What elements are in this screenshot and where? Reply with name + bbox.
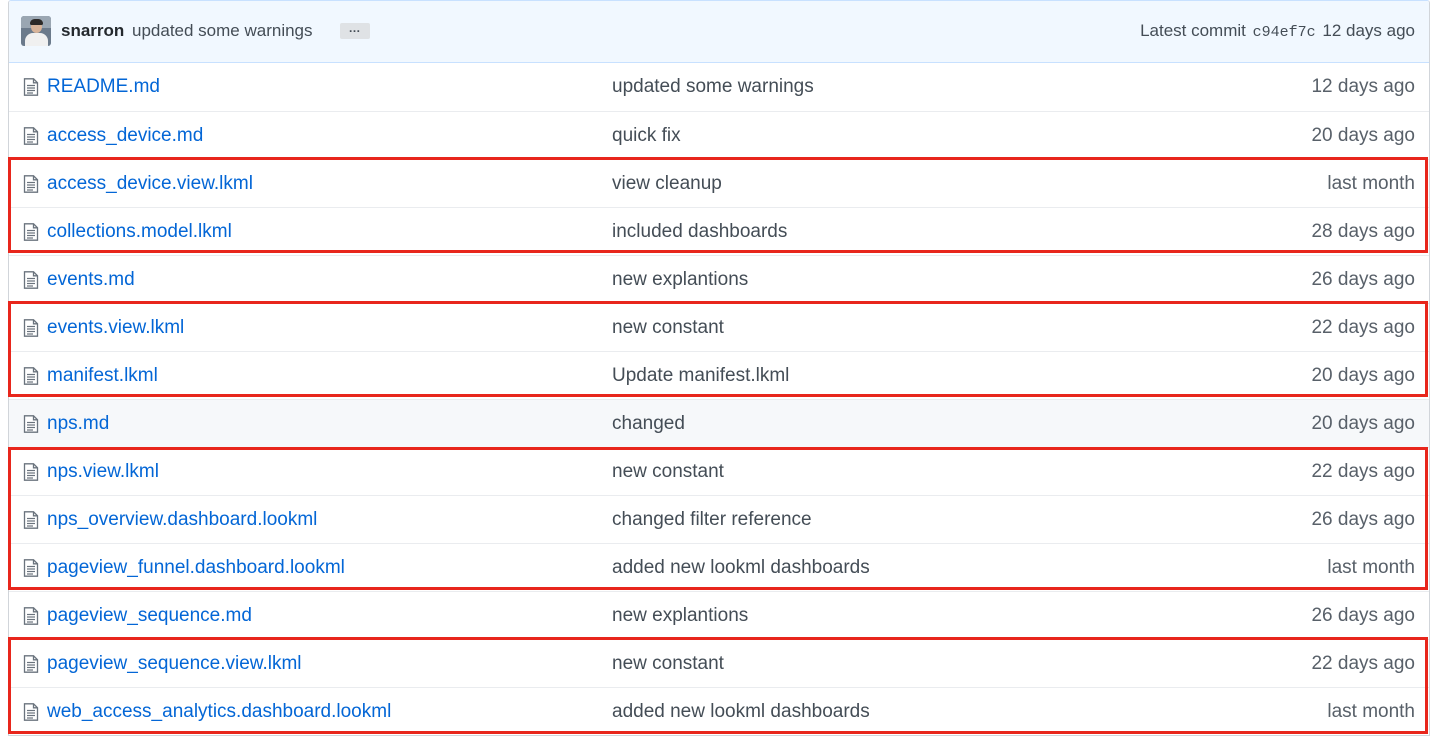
file-name-link[interactable]: collections.model.lkml: [47, 221, 232, 243]
file-commit-message-link[interactable]: updated some warnings: [612, 76, 814, 98]
file-name-link[interactable]: web_access_analytics.dashboard.lookml: [47, 701, 391, 723]
file-row: pageview_funnel.dashboard.lookml added ne…: [9, 543, 1429, 591]
file-name-link[interactable]: events.md: [47, 269, 135, 291]
latest-commit-info: Latest commit c94ef7c 12 days ago: [1140, 21, 1415, 41]
commit-author-link[interactable]: snarron: [61, 21, 124, 41]
file-text-icon: [23, 559, 39, 577]
file-commit-message-link[interactable]: new explantions: [612, 269, 748, 291]
file-row: collections.model.lkml included dashboard…: [9, 207, 1429, 255]
file-row: events.view.lkml new constant 22 days ago: [9, 303, 1429, 351]
file-commit-message-link[interactable]: view cleanup: [612, 173, 722, 195]
file-name-link[interactable]: pageview_sequence.view.lkml: [47, 653, 302, 675]
file-row: web_access_analytics.dashboard.lookml add…: [9, 687, 1429, 735]
file-commit-message-link[interactable]: changed: [612, 413, 685, 435]
file-commit-age: 22 days ago: [1311, 461, 1415, 482]
file-commit-age: 22 days ago: [1311, 317, 1415, 338]
file-commit-age: 26 days ago: [1311, 269, 1415, 290]
file-text-icon: [23, 271, 39, 289]
file-text-icon: [23, 511, 39, 529]
file-text-icon: [23, 607, 39, 625]
file-commit-age: 28 days ago: [1311, 221, 1415, 242]
file-name-link[interactable]: README.md: [47, 76, 160, 98]
file-name-link[interactable]: manifest.lkml: [47, 365, 158, 387]
file-name-link[interactable]: access_device.md: [47, 125, 203, 147]
file-commit-age: last month: [1327, 557, 1415, 578]
file-commit-age: 20 days ago: [1311, 413, 1415, 434]
expand-commit-message-button[interactable]: …: [340, 22, 370, 39]
author-avatar[interactable]: [21, 16, 51, 46]
file-commit-message-link[interactable]: new constant: [612, 317, 724, 339]
file-text-icon: [23, 319, 39, 337]
file-commit-age: 22 days ago: [1311, 653, 1415, 674]
file-commit-age: last month: [1327, 701, 1415, 722]
file-row: README.md updated some warnings 12 days ag…: [9, 63, 1429, 111]
file-text-icon: [23, 223, 39, 241]
commit-sha-link[interactable]: c94ef7c: [1253, 24, 1316, 41]
file-name-link[interactable]: nps.md: [47, 413, 109, 435]
file-commit-age: 12 days ago: [1311, 76, 1415, 97]
file-name-link[interactable]: pageview_sequence.md: [47, 605, 252, 627]
file-commit-message-link[interactable]: new explantions: [612, 605, 748, 627]
file-commit-age: 20 days ago: [1311, 365, 1415, 386]
file-commit-message-link[interactable]: new constant: [612, 653, 724, 675]
file-text-icon: [23, 175, 39, 193]
file-row: pageview_sequence.view.lkml new constant 2…: [9, 639, 1429, 687]
file-text-icon: [23, 703, 39, 721]
file-row: nps.md changed 20 days ago: [9, 399, 1429, 447]
file-text-icon: [23, 463, 39, 481]
file-text-icon: [23, 78, 39, 96]
file-name-link[interactable]: nps_overview.dashboard.lookml: [47, 509, 317, 531]
file-commit-message-link[interactable]: new constant: [612, 461, 724, 483]
file-name-link[interactable]: events.view.lkml: [47, 317, 184, 339]
file-text-icon: [23, 127, 39, 145]
file-commit-message-link[interactable]: Update manifest.lkml: [612, 365, 789, 387]
file-row: nps.view.lkml new constant 22 days ago: [9, 447, 1429, 495]
latest-commit-bar: snarron updated some warnings … Latest c…: [9, 1, 1429, 63]
file-text-icon: [23, 655, 39, 673]
commit-message-link[interactable]: updated some warnings: [132, 21, 313, 41]
latest-commit-label: Latest commit: [1140, 21, 1246, 40]
file-table: snarron updated some warnings … Latest c…: [8, 0, 1430, 736]
file-row: access_device.md quick fix 20 days ago: [9, 111, 1429, 159]
file-row: pageview_sequence.md new explantions 26 da…: [9, 591, 1429, 639]
commit-age: 12 days ago: [1322, 21, 1415, 40]
file-row: nps_overview.dashboard.lookml changed fil…: [9, 495, 1429, 543]
file-name-link[interactable]: pageview_funnel.dashboard.lookml: [47, 557, 345, 579]
file-commit-message-link[interactable]: quick fix: [612, 125, 681, 147]
file-name-link[interactable]: nps.view.lkml: [47, 461, 159, 483]
file-name-link[interactable]: access_device.view.lkml: [47, 173, 253, 195]
file-commit-age: last month: [1327, 173, 1415, 194]
file-row: manifest.lkml Update manifest.lkml 20 days…: [9, 351, 1429, 399]
file-commit-message-link[interactable]: included dashboards: [612, 221, 787, 243]
file-row: events.md new explantions 26 days ago: [9, 255, 1429, 303]
file-commit-age: 26 days ago: [1311, 509, 1415, 530]
file-text-icon: [23, 415, 39, 433]
file-row: access_device.view.lkml view cleanup last …: [9, 159, 1429, 207]
file-commit-age: 20 days ago: [1311, 125, 1415, 146]
file-commit-message-link[interactable]: added new lookml dashboards: [612, 701, 870, 723]
file-text-icon: [23, 367, 39, 385]
file-commit-message-link[interactable]: changed filter reference: [612, 509, 812, 531]
file-commit-message-link[interactable]: added new lookml dashboards: [612, 557, 870, 579]
file-commit-age: 26 days ago: [1311, 605, 1415, 626]
